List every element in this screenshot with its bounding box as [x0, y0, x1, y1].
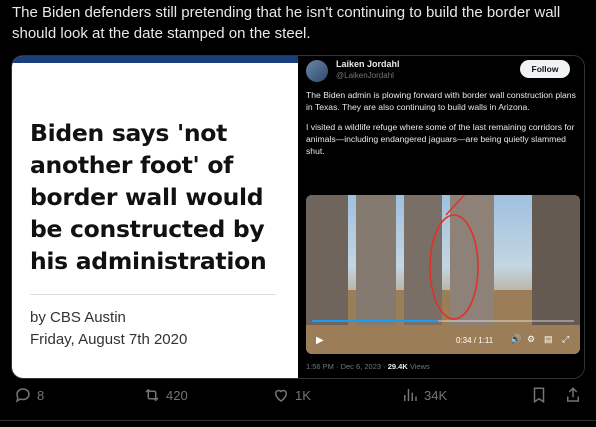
play-icon[interactable]: ▶ — [316, 335, 324, 346]
wall-slat — [356, 195, 396, 325]
captions-icon[interactable]: ▤ — [544, 334, 553, 345]
quoted-tweet-screenshot: Laiken Jordahl @LaikenJordahl Follow The… — [298, 56, 584, 378]
article-headline: Biden says 'not another foot' of border … — [30, 119, 267, 275]
share-icon — [567, 387, 579, 402]
video-progress-fill — [312, 320, 438, 322]
volume-icon[interactable]: 🔊 — [510, 334, 521, 345]
fullscreen-icon[interactable]: ⤢ — [562, 334, 569, 345]
quoted-paragraph-2: I visited a wildlife refuge where some o… — [306, 122, 575, 156]
like-count: 1K — [295, 387, 311, 403]
quoted-author-name: Laiken Jordahl — [336, 59, 400, 69]
avatar — [306, 60, 328, 82]
bookmark-button[interactable] — [530, 386, 548, 404]
views-button[interactable]: 34K — [401, 386, 447, 404]
views-count: 34K — [424, 387, 448, 403]
article-date: Friday, August 7th 2020 — [30, 331, 188, 348]
repost-icon — [145, 388, 159, 402]
reply-button[interactable]: 8 — [14, 386, 44, 404]
quoted-author-handle: @LaikenJordahl — [336, 71, 394, 80]
analytics-icon — [404, 389, 417, 401]
action-bar: 8 420 1K 34K — [0, 386, 596, 410]
media-attachment[interactable]: Biden says 'not another foot' of border … — [11, 55, 585, 379]
quoted-tweet-meta: 1:56 PM · Dec 6, 2023 · 29.4K Views — [306, 362, 430, 371]
settings-icon[interactable]: ⚙ — [527, 334, 535, 345]
repost-button[interactable]: 420 — [143, 386, 188, 404]
bookmark-icon — [533, 387, 545, 404]
video-frame — [306, 195, 580, 354]
wall-slat — [306, 195, 348, 325]
wall-slat — [532, 195, 580, 325]
repost-count: 420 — [166, 387, 188, 403]
article-screenshot: Biden says 'not another foot' of border … — [12, 56, 298, 378]
heart-icon — [274, 389, 288, 402]
share-button[interactable] — [564, 386, 582, 404]
video-progress-bar[interactable] — [312, 320, 574, 322]
quoted-tweet-body: The Biden admin is plowing forward with … — [306, 89, 578, 165]
quoted-tweet-views-label: Views — [407, 362, 430, 371]
post-text: The Biden defenders still pretending tha… — [12, 4, 561, 42]
article-byline: by CBS Austin — [30, 309, 126, 326]
quoted-tweet-time: 1:56 PM · Dec 6, 2023 · — [306, 362, 388, 371]
quoted-paragraph-1: The Biden admin is plowing forward with … — [306, 90, 576, 112]
video-player[interactable]: ▶ 0:34 / 1:11 🔊 ⚙ ▤ ⤢ — [306, 195, 580, 354]
divider — [0, 420, 596, 421]
article-top-bar — [12, 56, 298, 63]
reply-icon — [15, 388, 30, 403]
quoted-tweet-views-count: 29.4K — [387, 362, 408, 371]
reply-count: 8 — [37, 387, 45, 403]
like-button[interactable]: 1K — [272, 386, 311, 404]
article-divider — [30, 294, 276, 295]
follow-button[interactable]: Follow — [520, 60, 570, 78]
wall-slat — [404, 195, 442, 325]
video-time: 0:34 / 1:11 — [456, 336, 494, 345]
